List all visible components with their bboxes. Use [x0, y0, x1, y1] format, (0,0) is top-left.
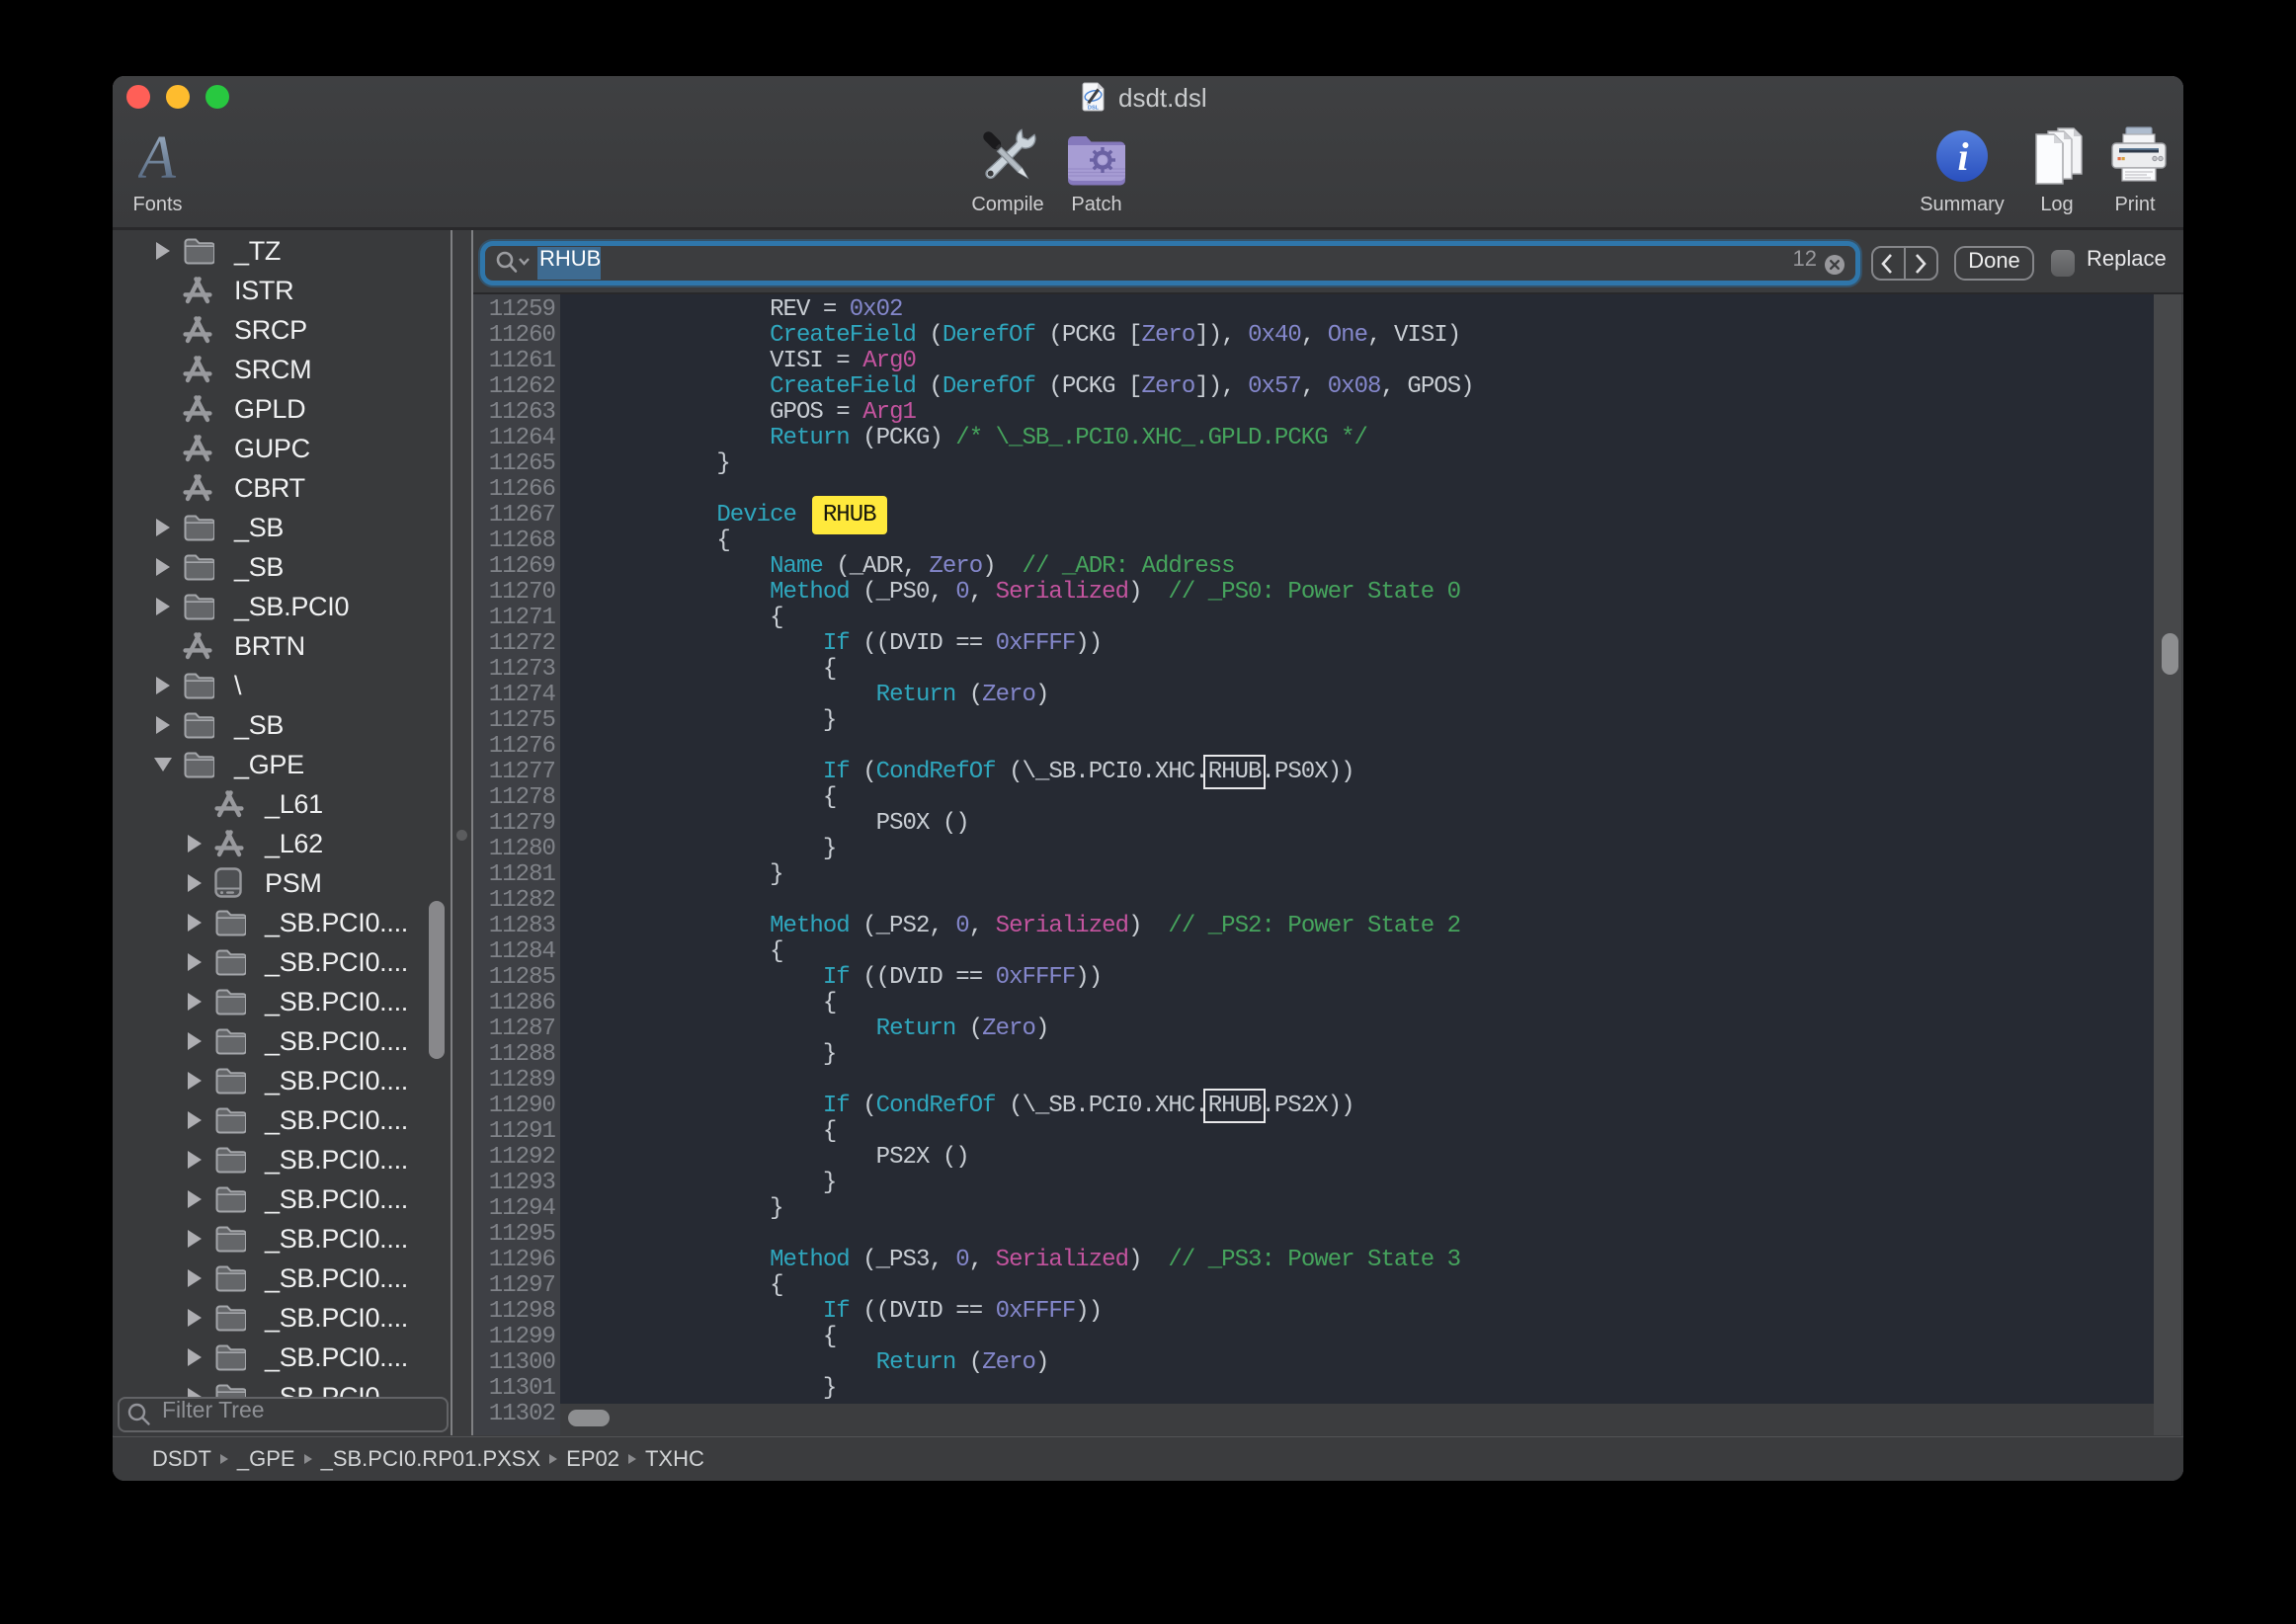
svg-text:DSL: DSL — [1088, 106, 1100, 112]
svg-text:i: i — [1957, 134, 1968, 179]
